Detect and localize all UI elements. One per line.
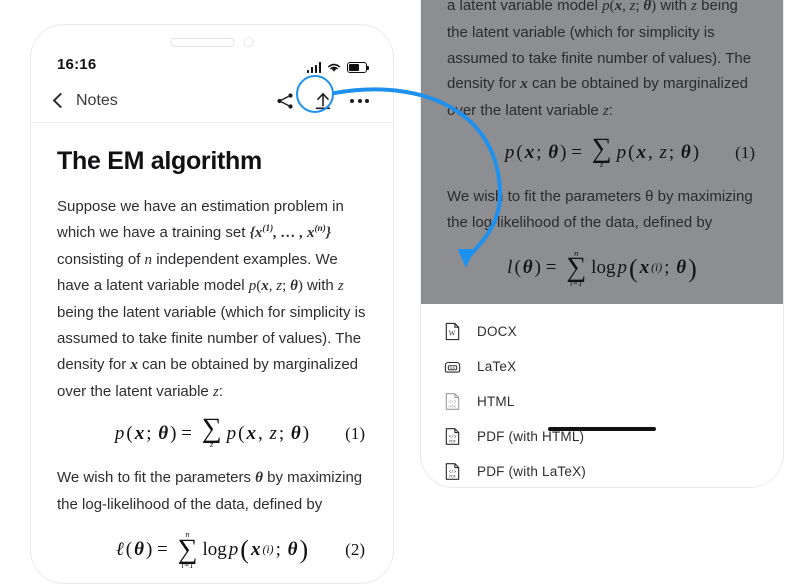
overlay-equation-1: p(x; θ) = ∑ z p(x, z; θ) [504,132,700,169]
equation-1: p(x; θ) = ∑ z p(x, z; θ) [114,413,310,450]
upload-arrow-icon[interactable] [312,90,334,112]
overlay-paragraph: a latent variable model p(x, z; θ) with … [447,0,752,120]
equation-2: ℓ(θ) = n ∑ i=1 log p(x (i); θ) [115,529,309,570]
wifi-icon [328,63,340,72]
overlay-equation-1-number: (1) [735,143,755,163]
export-option-label: PDF (with LaTeX) [477,463,586,479]
equation-2-row: ℓ(θ) = n ∑ i=1 log p(x (i); θ) (2) [57,530,367,569]
back-button-label: Notes [76,91,118,109]
overlay-equation-2-row: l(θ) = n ∑ i=1 log p(x (i); θ) [447,249,757,288]
navigation-bar: Notes [31,79,393,123]
document-overlay-panel: a latent variable model p(x, z; θ) with … [421,0,783,304]
docx-file-icon: W [445,322,460,340]
equation-1-row: p(x; θ) = ∑ z p(x, z; θ) (1) [57,413,367,450]
document-paragraph-1: Suppose we have an estimation problem in… [57,198,366,400]
overlay-equation-2: l(θ) = n ∑ i=1 log p(x (i); θ) [507,247,697,289]
html-file-icon: </> HTML [445,392,460,410]
phone-mockup-right: a latent variable model p(x, z; θ) with … [420,0,784,488]
status-bar: 16:16 [31,25,393,79]
speaker-grille-icon [170,37,235,47]
phone-notch [170,37,254,47]
back-button[interactable]: Notes [52,91,118,110]
export-option-label: DOCX [477,323,517,339]
screenshot-stage: 16:16 Notes The EM algorithm Suppose we … [0,0,800,584]
svg-text:HTML: HTML [449,404,457,408]
export-option-pdf-html[interactable]: </> PDF PDF (with HTML) [421,419,783,454]
equation-1-number: (1) [345,423,365,443]
export-option-html[interactable]: </> HTML HTML [421,384,783,419]
svg-text:W: W [449,329,456,337]
document-body: The EM algorithm Suppose we have an esti… [31,123,393,569]
more-horizontal-icon[interactable] [350,98,369,103]
export-option-docx[interactable]: W DOCX [421,314,783,349]
export-option-label: LaTeX [477,358,517,374]
equation-2-number: (2) [345,539,365,559]
status-time: 16:16 [57,56,97,73]
overlay-equation-1-row: p(x; θ) = ∑ z p(x, z; θ) (1) [447,132,757,169]
pdf-file-icon: </> PDF [445,462,460,480]
latex-file-icon: TeX [444,361,461,373]
share-icon[interactable] [274,90,296,112]
cellular-signal-icon [306,62,321,73]
status-icons [306,61,370,73]
page-title: The EM algorithm [57,147,262,175]
export-option-pdf-latex[interactable]: </> PDF PDF (with LaTeX) [421,454,783,487]
document-paragraph-2: We wish to fit the parameters θ by maxim… [57,468,363,513]
front-camera-icon [243,37,254,47]
overlay-paragraph-2: We wish to fit the parameters θ by maxim… [447,188,753,232]
phone-mockup-left: 16:16 Notes The EM algorithm Suppose we … [30,24,394,584]
export-option-latex[interactable]: TeX LaTeX [421,349,783,384]
export-option-label: HTML [477,393,515,409]
battery-icon [347,62,370,73]
pdf-file-icon: </> PDF [445,427,460,445]
export-options-list: W DOCX TeX LaTeX </> HTML HTML </> PDF P… [421,303,783,487]
home-indicator [548,426,656,431]
chevron-left-icon [52,92,69,109]
svg-text:PDF: PDF [449,439,456,443]
navbar-actions [274,90,369,112]
svg-text:PDF: PDF [449,474,456,478]
svg-text:TeX: TeX [450,366,456,370]
